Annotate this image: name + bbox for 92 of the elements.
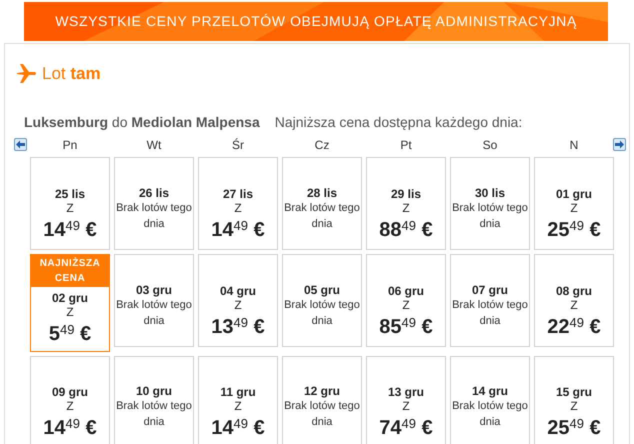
from-label: Z (570, 201, 578, 215)
day-cell[interactable]: 03 gru Brak lotów tego dnia (114, 254, 194, 346)
section-title: Lot tam (42, 63, 101, 85)
price-text: 25$^{49}$ € (547, 217, 601, 243)
price-text: 14$^{49}$ € (43, 415, 97, 441)
date-text: 01 gru (556, 187, 592, 201)
date-text: 07 gru (472, 283, 508, 297)
weekday-label: N (568, 136, 580, 154)
date-text: 14 gru (472, 384, 508, 398)
no-flights-text: Brak lotów tego dnia (283, 399, 361, 430)
day-cell[interactable]: 28 lis Brak lotów tego dnia (282, 156, 362, 250)
day-cell[interactable]: 25 lis Z 14$^{49}$ € (30, 156, 110, 250)
no-flights-text: Brak lotów tego dnia (283, 298, 361, 329)
banner-text: WSZYSTKIE CENY PRZELOTÓW OBEJMUJĄ OPŁATĘ ADMINISTRACYJNĄ (55, 12, 577, 31)
weekday-label: Pt (399, 136, 413, 154)
no-flights-text: Brak lotów tego dnia (451, 201, 529, 232)
date-text: 08 gru (556, 284, 592, 298)
price-text: 14$^{49}$ € (211, 217, 265, 243)
day-cell[interactable]: 26 lis Brak lotów tego dnia (114, 156, 194, 250)
arrow-right-icon (615, 140, 624, 149)
date-text: 05 gru (304, 283, 340, 297)
date-text: 30 lis (474, 186, 506, 200)
date-text: 03 gru (136, 283, 172, 297)
price-text: 5$^{49}$ € (48, 320, 92, 346)
date-text: 25 lis (54, 187, 86, 201)
day-cell[interactable]: NAJNIŻSZA CENA 02 gru Z 5$^{49}$ € (30, 254, 110, 352)
price-text: 88$^{49}$ € (379, 217, 433, 243)
day-cell[interactable]: 29 lis Z 88$^{49}$ € (366, 156, 446, 250)
day-cell[interactable]: 27 lis Z 14$^{49}$ € (198, 156, 278, 250)
weekday-label: Pn (62, 136, 78, 154)
date-text: 12 gru (304, 384, 340, 398)
date-text: 09 gru (52, 385, 88, 399)
price-text: 13$^{49}$ € (211, 314, 265, 340)
day-cell[interactable]: 04 gru Z 13$^{49}$ € (198, 254, 278, 346)
date-text: 15 gru (556, 385, 592, 399)
from-label: Z (234, 201, 242, 215)
day-cell[interactable]: 14 gru Brak lotów tego dnia (450, 356, 530, 444)
from-label: Z (402, 201, 410, 215)
day-cell[interactable]: 01 gru Z 25$^{49}$ € (534, 156, 614, 250)
day-cell[interactable]: 10 gru Brak lotów tego dnia (114, 356, 194, 444)
from-label: Z (66, 201, 74, 215)
day-cell[interactable]: 30 lis Brak lotów tego dnia (450, 156, 530, 250)
price-text: 14$^{49}$ € (211, 415, 265, 441)
date-text: 02 gru (52, 290, 88, 304)
from-label: Z (66, 399, 74, 413)
from-label: Z (570, 298, 578, 312)
from-label: Z (570, 399, 578, 413)
no-flights-text: Brak lotów tego dnia (115, 399, 193, 430)
from-label: Z (402, 399, 410, 413)
price-text: 22$^{49}$ € (547, 314, 601, 340)
arrow-left-icon (16, 140, 25, 149)
day-cell[interactable]: 08 gru Z 22$^{49}$ € (534, 254, 614, 346)
no-flights-text: Brak lotów tego dnia (115, 298, 193, 329)
date-text: 10 gru (136, 384, 172, 398)
subtitle: Najniższa cena dostępna każdego dnia: (274, 112, 522, 132)
from-label: Z (402, 298, 410, 312)
date-text: 04 gru (220, 284, 256, 298)
from-label: Z (234, 399, 242, 413)
price-text: 14$^{49}$ € (43, 217, 97, 243)
day-cell[interactable]: 13 gru Z 74$^{49}$ € (366, 356, 446, 444)
price-text: 25$^{49}$ € (547, 415, 601, 441)
no-flights-text: Brak lotów tego dnia (451, 399, 529, 430)
next-week-button[interactable] (613, 138, 626, 151)
airplane-icon (17, 64, 37, 84)
day-cell[interactable]: 11 gru Z 14$^{49}$ € (198, 356, 278, 444)
date-text: 26 lis (138, 186, 170, 200)
date-text: 29 lis (390, 187, 422, 201)
day-cell[interactable]: 05 gru Brak lotów tego dnia (282, 254, 362, 346)
previous-week-button[interactable] (14, 138, 27, 151)
no-flights-text: Brak lotów tego dnia (451, 298, 529, 329)
day-cell[interactable]: 12 gru Brak lotów tego dnia (282, 356, 362, 444)
date-text: 27 lis (222, 187, 254, 201)
from-label: Z (234, 298, 242, 312)
route-text: Luksemburg do Mediolan Malpensa (24, 112, 260, 132)
price-text: 74$^{49}$ € (379, 415, 433, 441)
weekday-label: Cz (314, 136, 330, 154)
day-cell[interactable]: 15 gru Z 25$^{49}$ € (534, 356, 614, 444)
weekday-label: So (482, 136, 498, 154)
from-label: Z (66, 304, 74, 318)
day-cell[interactable]: 07 gru Brak lotów tego dnia (450, 254, 530, 346)
no-flights-text: Brak lotów tego dnia (115, 201, 193, 232)
date-text: 11 gru (220, 385, 256, 399)
date-text: 06 gru (388, 284, 424, 298)
day-cell[interactable]: 06 gru Z 85$^{49}$ € (366, 254, 446, 346)
price-text: 85$^{49}$ € (379, 314, 433, 340)
no-flights-text: Brak lotów tego dnia (283, 201, 361, 232)
date-text: 28 lis (306, 186, 338, 200)
day-cell[interactable]: 09 gru Z 14$^{49}$ € (30, 356, 110, 444)
lowest-price-badge: NAJNIŻSZA CENA (31, 254, 109, 286)
weekday-label: Wt (146, 136, 162, 154)
weekday-label: Śr (231, 136, 245, 154)
date-text: 13 gru (388, 385, 424, 399)
